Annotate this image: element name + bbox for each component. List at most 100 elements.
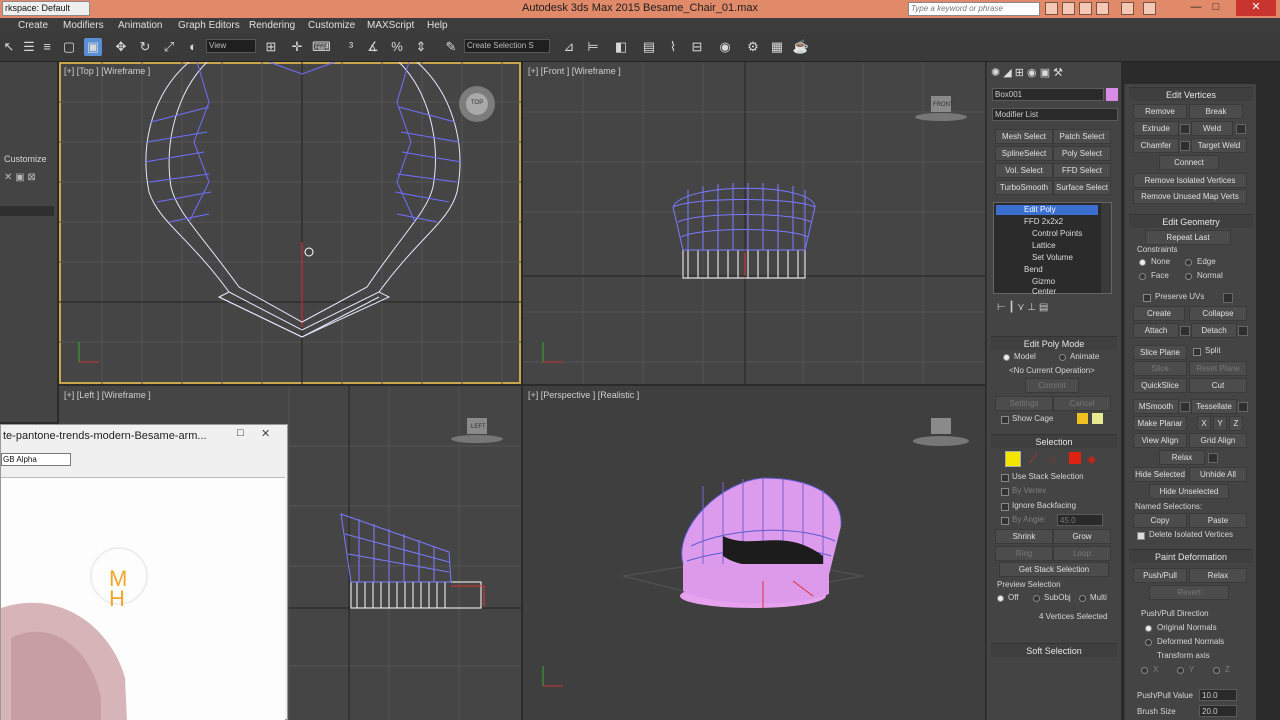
stack-item-edit-poly[interactable]: Edit Poly (1024, 205, 1056, 214)
reference-coord-dropdown[interactable]: View (206, 39, 256, 53)
constraint-edge-radio[interactable] (1185, 259, 1192, 266)
menu-customize[interactable]: Customize (308, 20, 355, 31)
make-planar-button[interactable]: Make Planar (1133, 416, 1187, 431)
render-icon[interactable]: ☕ (792, 38, 810, 56)
break-button[interactable]: Break (1189, 104, 1243, 119)
planar-y-button[interactable]: Y (1213, 416, 1227, 431)
commit-button[interactable]: Commit (1025, 378, 1079, 393)
animate-radio[interactable] (1059, 354, 1066, 361)
stack-item-bend[interactable]: Bend (1024, 265, 1043, 274)
pivot-icon[interactable]: ⊞ (262, 38, 280, 56)
push-pull-button[interactable]: Push/Pull (1133, 568, 1187, 583)
soft-selection-header[interactable]: Soft Selection (991, 643, 1117, 657)
menu-graph-editors[interactable]: Graph Editors (178, 20, 240, 31)
rendered-frame-icon[interactable]: ▦ (768, 38, 786, 56)
close-button[interactable]: ✕ (1236, 0, 1276, 16)
by-vertex-checkbox[interactable] (1001, 488, 1009, 496)
axis-z-radio[interactable] (1213, 667, 1220, 674)
curve-editor-icon[interactable]: ⌇ (664, 38, 682, 56)
selection-header[interactable]: Selection (991, 434, 1117, 448)
extrude-settings-icon[interactable] (1180, 124, 1190, 134)
spinner-snap-icon[interactable]: ⇕ (412, 38, 430, 56)
select-manipulate-icon[interactable]: ✛ (288, 38, 306, 56)
unhide-all-button[interactable]: Unhide All (1189, 467, 1247, 482)
quickslice-button[interactable]: QuickSlice (1133, 378, 1187, 393)
chamfer-button[interactable]: Chamfer (1133, 138, 1179, 153)
preview-off-radio[interactable] (997, 595, 1004, 602)
split-checkbox[interactable] (1193, 348, 1201, 356)
original-normals-radio[interactable] (1145, 625, 1152, 632)
search-input[interactable]: Type a keyword or phrase (908, 2, 1040, 16)
constraint-none-radio[interactable] (1139, 259, 1146, 266)
frame-window-close[interactable]: ✕ (261, 427, 277, 440)
brush-size-field[interactable]: 20.0 (1199, 705, 1237, 717)
hide-selected-button[interactable]: Hide Selected (1133, 467, 1187, 482)
show-cage-checkbox[interactable] (1001, 416, 1009, 424)
detach-button[interactable]: Detach (1191, 323, 1237, 338)
deformed-normals-radio[interactable] (1145, 639, 1152, 646)
weld-button[interactable]: Weld (1191, 121, 1233, 136)
remove-button[interactable]: Remove (1133, 104, 1187, 119)
menu-rendering[interactable]: Rendering (249, 20, 295, 31)
axis-x-radio[interactable] (1141, 667, 1148, 674)
get-stack-selection-button[interactable]: Get Stack Selection (999, 562, 1109, 577)
maximize-button[interactable]: □ (1196, 0, 1236, 16)
detach-settings-icon[interactable] (1238, 326, 1248, 336)
msmooth-button[interactable]: MSmooth (1133, 399, 1179, 414)
constraint-normal-radio[interactable] (1185, 273, 1192, 280)
turbosmooth-button[interactable]: TurboSmooth (995, 180, 1053, 195)
model-radio[interactable] (1003, 354, 1010, 361)
move-icon[interactable]: ✥ (112, 38, 130, 56)
stack-item-gizmo[interactable]: Gizmo (1032, 277, 1055, 286)
viewcube-top-label[interactable]: TOP (471, 100, 483, 106)
slice-button[interactable]: Slice (1133, 361, 1187, 376)
paint-deformation-header[interactable]: Paint Deformation (1129, 549, 1253, 563)
keyboard-shortcut-icon[interactable]: ⌨ (312, 38, 331, 56)
menu-help[interactable]: Help (427, 20, 448, 31)
menu-maxscript[interactable]: MAXScript (367, 20, 414, 31)
material-editor-icon[interactable]: ◉ (716, 38, 734, 56)
star-icon[interactable] (1079, 2, 1092, 15)
snap-icon[interactable]: ³ (342, 38, 360, 56)
collapse-button[interactable]: Collapse (1189, 306, 1247, 321)
help-icon[interactable] (1143, 2, 1156, 15)
use-stack-checkbox[interactable] (1001, 474, 1009, 482)
viewport-perspective-label[interactable]: [+] [Perspective ] [Realistic ] (528, 390, 639, 400)
target-weld-button[interactable]: Target Weld (1191, 138, 1247, 153)
settings-button[interactable]: Settings (995, 396, 1053, 411)
stack-tools[interactable]: ⊢ ┃ ⋎ ⊥ ▤ (997, 302, 1112, 314)
attach-settings-icon[interactable] (1180, 326, 1190, 336)
paint-relax-button[interactable]: Relax (1189, 568, 1247, 583)
stack-item-control-points[interactable]: Control Points (1032, 229, 1082, 238)
patch-select-button[interactable]: Patch Select (1053, 129, 1111, 144)
ffd-select-button[interactable]: FFD Select (1053, 163, 1111, 178)
window-crossing-icon[interactable]: ▣ (84, 38, 102, 56)
account-icon[interactable] (1096, 2, 1109, 15)
named-selection-dropdown[interactable]: Create Selection S (464, 39, 550, 53)
viewport-left-label[interactable]: [+] [Left ] [Wireframe ] (64, 390, 151, 400)
msmooth-settings-icon[interactable] (1180, 402, 1190, 412)
hide-unselected-button[interactable]: Hide Unselected (1149, 484, 1229, 499)
viewcube-front-label[interactable]: FRONT (933, 102, 954, 108)
angle-snap-icon[interactable]: ∡ (364, 38, 382, 56)
cage-selected-swatch[interactable] (1092, 413, 1103, 424)
loop-button[interactable]: Loop (1053, 546, 1111, 561)
spline-select-button[interactable]: SplineSelect (995, 146, 1053, 161)
viewport-front-label[interactable]: [+] [Front ] [Wireframe ] (528, 66, 621, 76)
vertex-mode-icon[interactable] (1005, 451, 1021, 467)
remove-unused-map-button[interactable]: Remove Unused Map Verts (1133, 189, 1247, 204)
frame-window-maximize[interactable]: □ (237, 427, 249, 439)
constraint-face-radio[interactable] (1139, 273, 1146, 280)
key-icon[interactable] (1062, 2, 1075, 15)
by-angle-checkbox[interactable] (1001, 517, 1009, 525)
relax-button[interactable]: Relax (1159, 450, 1205, 465)
surface-select-button[interactable]: Surface Select (1053, 180, 1111, 195)
edit-poly-mode-header[interactable]: Edit Poly Mode (991, 336, 1117, 350)
layer-icon[interactable]: ◧ (612, 38, 630, 56)
create-button[interactable]: Create (1133, 306, 1185, 321)
grow-button[interactable]: Grow (1053, 529, 1111, 544)
edit-vertices-header[interactable]: Edit Vertices (1129, 87, 1253, 101)
preview-subobj-radio[interactable] (1033, 595, 1040, 602)
connect-button[interactable]: Connect (1159, 155, 1219, 170)
mesh-select-button[interactable]: Mesh Select (995, 129, 1053, 144)
